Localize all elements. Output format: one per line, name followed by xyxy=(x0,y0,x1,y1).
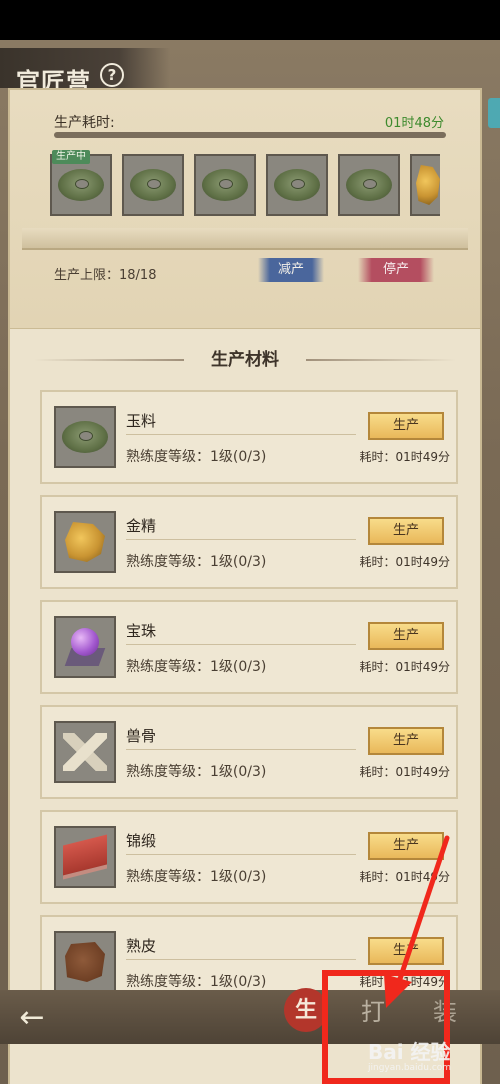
produce-button[interactable]: 生产 xyxy=(368,937,444,965)
material-card-silk: 锦缎 熟练度等级：1级(0/3) 生产 耗时：01时49分 xyxy=(40,810,458,904)
section-title: 生产材料 xyxy=(192,346,298,374)
production-duration: 耗时：01时49分 xyxy=(359,870,450,884)
shelf-decoration xyxy=(22,228,468,250)
proficiency-level: 熟练度等级：1级(0/3) xyxy=(126,554,267,570)
watermark-url: jingyan.baidu.com xyxy=(368,1063,452,1073)
silk-icon xyxy=(63,834,107,880)
tab-equipment[interactable]: 装 xyxy=(420,994,470,1030)
production-time-label: 生产耗时: xyxy=(54,115,115,131)
production-duration: 耗时：01时49分 xyxy=(359,975,450,989)
produce-button[interactable]: 生产 xyxy=(368,412,444,440)
produce-button[interactable]: 生产 xyxy=(368,727,444,755)
material-icon-frame xyxy=(54,406,116,468)
production-duration: 耗时：01时49分 xyxy=(359,765,450,779)
proficiency-level: 熟练度等级：1级(0/3) xyxy=(126,449,267,465)
section-header: 生产材料 xyxy=(34,346,456,374)
jade-icon xyxy=(130,169,176,201)
help-icon[interactable]: ? xyxy=(100,63,124,87)
material-name: 玉料 xyxy=(126,412,157,430)
material-name: 熟皮 xyxy=(126,937,157,955)
gold-icon xyxy=(416,165,440,205)
queue-slot[interactable] xyxy=(266,154,328,216)
watermark-brand: Bai 经验 xyxy=(368,1040,451,1064)
jade-icon xyxy=(346,169,392,201)
divider xyxy=(126,959,356,960)
divider xyxy=(126,434,356,435)
title-bar: 官匠营 ? xyxy=(0,48,170,96)
produce-button[interactable]: 生产 xyxy=(368,832,444,860)
orb-icon xyxy=(64,626,106,668)
material-card-jade: 玉料 熟练度等级：1级(0/3) 生产 耗时：01时49分 xyxy=(40,390,458,484)
bone-icon xyxy=(63,733,107,771)
reduce-production-button[interactable]: 减产 xyxy=(258,258,324,282)
queue-slot[interactable] xyxy=(410,154,440,216)
material-name: 宝珠 xyxy=(126,622,157,640)
proficiency-level: 熟练度等级：1级(0/3) xyxy=(126,659,267,675)
material-card-bone: 兽骨 熟练度等级：1级(0/3) 生产 耗时：01时49分 xyxy=(40,705,458,799)
jade-icon xyxy=(202,169,248,201)
production-queue-area: 生产耗时: 01时48分 生产中 生产上限：18/18 减产 停产 xyxy=(10,90,480,329)
material-name: 金精 xyxy=(126,517,157,535)
watermark: Bai 经验 jingyan.baidu.com xyxy=(368,1036,488,1076)
gold-icon xyxy=(65,522,105,562)
production-duration: 耗时：01时49分 xyxy=(359,555,450,569)
proficiency-level: 熟练度等级：1级(0/3) xyxy=(126,764,267,780)
divider xyxy=(126,854,356,855)
divider xyxy=(126,644,356,645)
material-card-gold: 金精 熟练度等级：1级(0/3) 生产 耗时：01时49分 xyxy=(40,495,458,589)
jade-icon xyxy=(274,169,320,201)
tab-forge[interactable]: 打 xyxy=(348,994,398,1030)
material-icon-frame xyxy=(54,931,116,993)
divider xyxy=(34,359,184,361)
production-progress-bar xyxy=(54,132,446,138)
production-duration: 耗时：01时49分 xyxy=(359,450,450,464)
jade-icon xyxy=(58,169,104,201)
queue-slots xyxy=(50,154,450,224)
back-arrow-icon[interactable]: ← xyxy=(10,1000,54,1036)
produce-button[interactable]: 生产 xyxy=(368,517,444,545)
produce-button[interactable]: 生产 xyxy=(368,622,444,650)
queue-slot[interactable] xyxy=(194,154,256,216)
material-icon-frame xyxy=(54,721,116,783)
proficiency-level: 熟练度等级：1级(0/3) xyxy=(126,869,267,885)
material-list: 玉料 熟练度等级：1级(0/3) 生产 耗时：01时49分 金精 熟练度等级：1… xyxy=(40,390,458,1020)
game-screen: 官匠营 ? 生产耗时: 01时48分 生产中 生产上限：18/18 减产 停产 xyxy=(0,40,500,1084)
proficiency-level: 熟练度等级：1级(0/3) xyxy=(126,974,267,990)
status-badge: 生产中 xyxy=(52,150,90,164)
workshop-panel: 生产耗时: 01时48分 生产中 生产上限：18/18 减产 停产 生产材料 玉… xyxy=(8,88,482,1084)
divider xyxy=(126,539,356,540)
side-tab-handle[interactable] xyxy=(488,98,500,128)
material-icon-frame xyxy=(54,511,116,573)
stop-production-button[interactable]: 停产 xyxy=(358,258,434,282)
production-limit-label: 生产上限：18/18 xyxy=(54,268,157,283)
material-card-pearl: 宝珠 熟练度等级：1级(0/3) 生产 耗时：01时49分 xyxy=(40,600,458,694)
material-name: 锦缎 xyxy=(126,832,157,850)
production-duration: 耗时：01时49分 xyxy=(359,660,450,674)
material-name: 兽骨 xyxy=(126,727,157,745)
material-icon-frame xyxy=(54,826,116,888)
queue-slot[interactable] xyxy=(122,154,184,216)
queue-slot[interactable] xyxy=(338,154,400,216)
leather-icon xyxy=(65,942,105,982)
production-time-value: 01时48分 xyxy=(384,116,444,131)
divider xyxy=(126,749,356,750)
divider xyxy=(306,359,456,361)
tab-produce[interactable]: 生 xyxy=(284,988,328,1032)
material-icon-frame xyxy=(54,616,116,678)
jade-icon xyxy=(62,421,108,453)
